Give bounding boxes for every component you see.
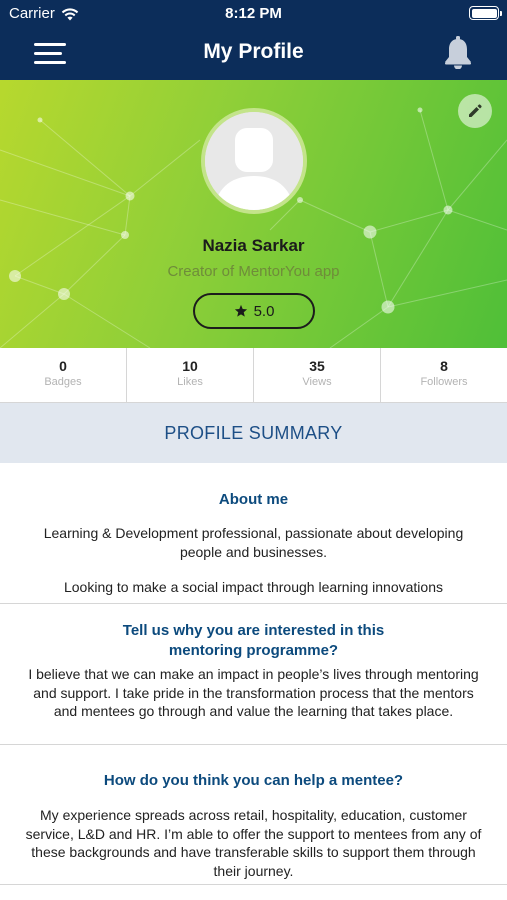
pencil-icon bbox=[469, 104, 482, 117]
nav-bar: My Profile bbox=[0, 28, 507, 80]
interest-section: Tell us why you are interested in this m… bbox=[0, 621, 507, 661]
profile-role: Creator of MentorYou app bbox=[167, 263, 340, 280]
help-section: How do you think you can help a mentee? … bbox=[0, 771, 507, 880]
interest-body: I believe that we can make an impact in … bbox=[0, 665, 507, 721]
page-title: My Profile bbox=[203, 40, 304, 63]
section-divider bbox=[0, 884, 507, 885]
section-divider bbox=[0, 603, 507, 604]
avatar[interactable] bbox=[201, 108, 307, 214]
stat-label: Likes bbox=[177, 376, 203, 388]
stat-value: 35 bbox=[309, 358, 325, 374]
section-heading: How do you think you can help a mentee? bbox=[103, 772, 404, 789]
status-time: 8:12 PM bbox=[225, 5, 282, 22]
section-heading: Tell us why you are interested in this m… bbox=[122, 622, 385, 659]
battery-icon bbox=[469, 6, 502, 20]
stat-likes[interactable]: 10 Likes bbox=[127, 348, 254, 402]
stat-views[interactable]: 35 Views bbox=[254, 348, 381, 402]
section-body: Looking to make a social impact through … bbox=[63, 579, 443, 595]
stats-bar: 0 Badges 10 Likes 35 Views 8 Followers bbox=[0, 348, 507, 403]
about-section: About me Learning & Development professi… bbox=[0, 490, 507, 597]
section-body: Learning & Development professional, pas… bbox=[43, 525, 464, 560]
edit-profile-button[interactable] bbox=[458, 94, 492, 128]
section-body: My experience spreads across retail, hos… bbox=[25, 807, 482, 879]
stat-label: Followers bbox=[420, 376, 468, 388]
star-icon bbox=[234, 304, 247, 317]
profile-name: Nazia Sarkar bbox=[202, 236, 305, 255]
default-avatar-icon bbox=[205, 112, 303, 210]
section-body: I believe that we can make an impact in … bbox=[28, 666, 479, 719]
rating-value: 5.0 bbox=[253, 302, 275, 320]
stat-value: 8 bbox=[440, 358, 448, 374]
tab-profile-summary[interactable]: PROFILE SUMMARY bbox=[0, 403, 507, 463]
stat-value: 10 bbox=[182, 358, 198, 374]
rating-badge[interactable]: 5.0 bbox=[193, 293, 315, 329]
status-bar: Carrier 8:12 PM bbox=[0, 0, 507, 28]
section-heading: About me bbox=[218, 491, 289, 508]
bell-icon[interactable] bbox=[443, 35, 473, 69]
stat-badges[interactable]: 0 Badges bbox=[0, 348, 127, 402]
stat-followers[interactable]: 8 Followers bbox=[381, 348, 507, 402]
section-divider bbox=[0, 744, 507, 745]
stat-label: Badges bbox=[44, 376, 82, 388]
stat-label: Views bbox=[302, 376, 332, 388]
stat-value: 0 bbox=[59, 358, 67, 374]
profile-header: Nazia Sarkar Creator of MentorYou app 5.… bbox=[0, 80, 507, 348]
